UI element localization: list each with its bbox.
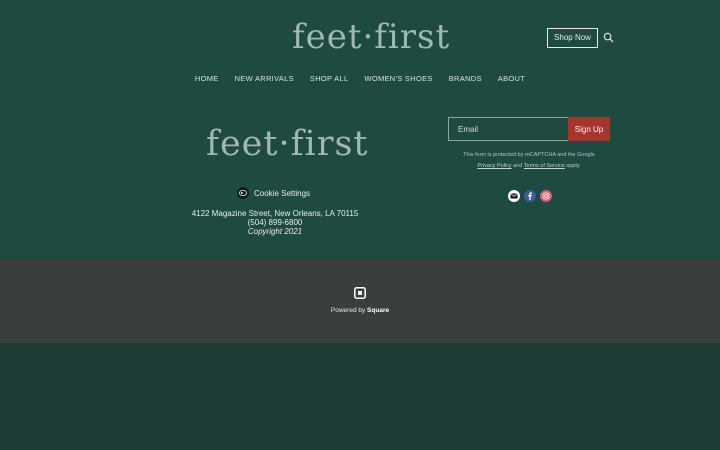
nav-item-shop-all[interactable]: SHOP ALL [302, 72, 357, 86]
privacy-policy-link[interactable]: Privacy Policy [477, 163, 511, 169]
nav-item-womens-shoes[interactable]: WOMEN'S SHOES [356, 72, 440, 86]
cookie-icon [237, 187, 249, 199]
header-logo[interactable]: feet·first [292, 16, 449, 58]
facebook-icon[interactable] [524, 190, 536, 202]
nav-item-about[interactable]: ABOUT [490, 72, 533, 86]
recaptcha-notice: This form is protected by reCAPTCHA and … [440, 150, 618, 172]
footer-logo: feet·first [206, 124, 369, 164]
sign-up-button[interactable]: Sign Up [568, 117, 610, 141]
square-logo-icon[interactable] [354, 287, 366, 299]
cookie-settings-button[interactable]: Cookie Settings [237, 186, 310, 200]
nav-item-new-arrivals[interactable]: NEW ARRIVALS [227, 72, 302, 86]
copyright: Copyright 2021 [247, 227, 303, 236]
social-links [508, 190, 552, 202]
powered-by-text[interactable]: Powered by Square [300, 307, 420, 314]
instagram-icon[interactable] [540, 190, 552, 202]
powered-by-prefix: Powered by [330, 307, 366, 314]
nav-item-brands[interactable]: BRANDS [441, 72, 490, 86]
newsletter-form: Sign Up [448, 117, 610, 141]
apply-text: apply. [566, 163, 581, 169]
nav-item-home[interactable]: HOME [187, 72, 227, 86]
and-text: and [513, 163, 523, 169]
search-icon[interactable] [603, 32, 614, 43]
terms-of-service-link[interactable]: Terms of Service [524, 163, 565, 169]
store-address: 4122 Magazine Street, New Orleans, LA 70… [150, 209, 400, 236]
email-field[interactable] [448, 117, 568, 141]
main-nav: HOME NEW ARRIVALS SHOP ALL WOMEN'S SHOES… [0, 72, 720, 86]
powered-by-band [0, 259, 720, 343]
page-bottom-area [0, 343, 720, 450]
cookie-settings-label: Cookie Settings [254, 188, 311, 198]
address-line: 4122 Magazine Street, New Orleans, LA 70… [191, 209, 359, 218]
email-icon[interactable] [508, 190, 520, 202]
shop-now-button[interactable]: Shop Now [547, 28, 598, 48]
recaptcha-text: This form is protected by reCAPTCHA and … [463, 152, 595, 158]
powered-by-brand: Square [367, 307, 390, 314]
phone-number[interactable]: (504) 899-6800 [150, 218, 400, 227]
